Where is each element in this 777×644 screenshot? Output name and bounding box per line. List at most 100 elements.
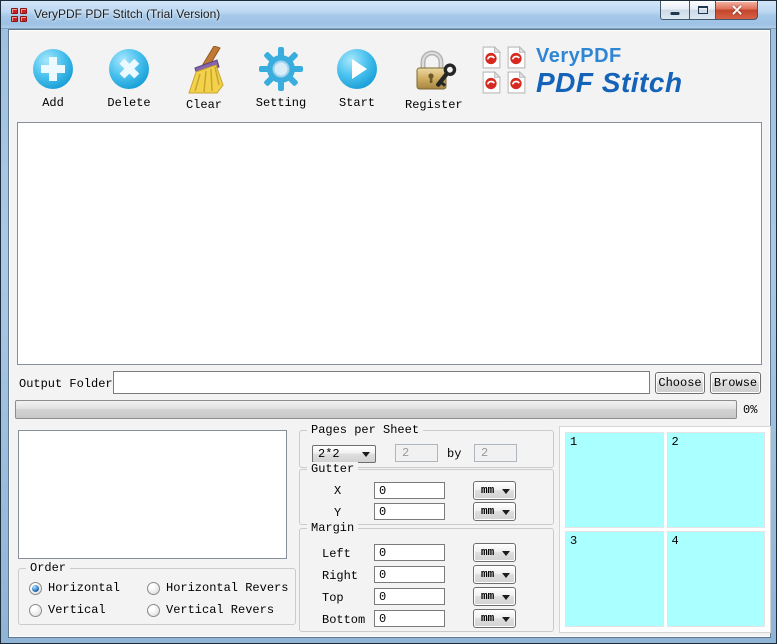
- broom-icon: [188, 46, 224, 94]
- setting-button[interactable]: Setting: [253, 46, 309, 110]
- gutter-y-label: Y: [334, 506, 342, 520]
- maximize-icon: [697, 6, 708, 14]
- delete-label: Delete: [107, 96, 151, 110]
- gear-icon: [259, 47, 303, 91]
- radio-horizontal[interactable]: Horizontal: [29, 581, 120, 595]
- radio-circle: [147, 603, 160, 617]
- start-button[interactable]: Start: [329, 46, 385, 110]
- radio-vertical-revers[interactable]: Vertical Revers: [147, 603, 274, 617]
- delete-button[interactable]: Delete: [101, 46, 157, 110]
- by-label: by: [447, 447, 462, 461]
- gutter-x-label: X: [334, 484, 342, 498]
- gutter-x-unit-dropdown[interactable]: mm: [473, 481, 516, 500]
- titlebar[interactable]: VeryPDF PDF Stitch (Trial Version): [1, 1, 776, 29]
- progress-percent: 0%: [743, 403, 758, 417]
- chevron-down-icon: [502, 488, 510, 498]
- close-button[interactable]: [716, 1, 758, 20]
- margin-right-unit-dropdown[interactable]: mm: [473, 565, 516, 584]
- minimize-button[interactable]: [660, 1, 689, 20]
- layout-preview: 1 2 3 4: [559, 426, 771, 633]
- chevron-down-icon: [502, 616, 510, 626]
- gutter-x-input[interactable]: [374, 482, 445, 499]
- register-label: Register: [405, 98, 463, 112]
- add-button[interactable]: Add: [25, 46, 81, 110]
- close-icon: [716, 1, 757, 19]
- app-window: VeryPDF PDF Stitch (Trial Version) Add D…: [0, 0, 777, 644]
- margin-bottom-input[interactable]: [374, 610, 445, 627]
- order-legend: Order: [26, 561, 71, 575]
- margin-top-unit-dropdown[interactable]: mm: [473, 587, 516, 606]
- margin-bottom-unit-value: mm: [481, 612, 495, 625]
- window-controls: [660, 1, 758, 20]
- margin-left-label: Left: [322, 547, 351, 561]
- app-logo: VeryPDF PDF Stitch: [480, 46, 683, 97]
- choose-button[interactable]: Choose: [655, 372, 705, 394]
- output-folder-input[interactable]: [113, 371, 650, 394]
- register-button[interactable]: Register: [405, 46, 463, 112]
- rows-field: [395, 444, 438, 462]
- layout-preview-cell: 1: [565, 432, 664, 528]
- browse-button[interactable]: Browse: [710, 372, 761, 394]
- margin-bottom-unit-dropdown[interactable]: mm: [473, 609, 516, 628]
- clear-button[interactable]: Clear: [176, 46, 232, 112]
- add-label: Add: [42, 96, 64, 110]
- output-folder-label: Output Folder:: [19, 377, 120, 391]
- margin-left-input[interactable]: [374, 544, 445, 561]
- chevron-down-icon: [362, 452, 370, 461]
- maximize-button[interactable]: [689, 1, 716, 20]
- minimize-icon: [670, 12, 680, 15]
- radio-circle: [29, 581, 42, 595]
- add-icon: [33, 49, 73, 89]
- margin-top-unit-value: mm: [481, 590, 495, 603]
- chevron-down-icon: [502, 550, 510, 560]
- margin-legend: Margin: [307, 521, 359, 535]
- progress-bar: [15, 400, 737, 419]
- gutter-y-unit-value: mm: [481, 505, 495, 518]
- thumbnail-preview-box[interactable]: [18, 430, 287, 559]
- margin-left-unit-value: mm: [481, 546, 495, 559]
- start-label: Start: [338, 96, 375, 110]
- layout-preview-cell: 4: [666, 531, 765, 627]
- margin-top-input[interactable]: [374, 588, 445, 605]
- layout-dropdown-value: 2*2: [318, 447, 340, 461]
- layout-preview-cell: 3: [565, 531, 664, 627]
- lock-key-icon: [416, 50, 457, 90]
- margin-left-unit-dropdown[interactable]: mm: [473, 543, 516, 562]
- radio-horizontal-revers-label: Horizontal Revers: [166, 581, 289, 595]
- chevron-down-icon: [502, 594, 510, 604]
- play-icon: [337, 49, 377, 89]
- clear-label: Clear: [185, 98, 222, 112]
- radio-circle: [29, 603, 42, 617]
- app-icon: [11, 8, 27, 22]
- chevron-down-icon: [502, 572, 510, 582]
- gutter-y-unit-dropdown[interactable]: mm: [473, 502, 516, 521]
- radio-vertical[interactable]: Vertical: [29, 603, 106, 617]
- pdf-pages-logo-icon: [480, 46, 528, 94]
- margin-right-input[interactable]: [374, 566, 445, 583]
- delete-icon: [109, 49, 149, 89]
- logo-product: PDF Stitch: [536, 67, 683, 98]
- window-title: VeryPDF PDF Stitch (Trial Version): [34, 7, 221, 21]
- setting-label: Setting: [255, 96, 307, 110]
- radio-vertical-label: Vertical: [48, 603, 106, 617]
- radio-horizontal-revers[interactable]: Horizontal Revers: [147, 581, 288, 595]
- margin-right-label: Right: [322, 569, 359, 583]
- gutter-legend: Gutter: [307, 462, 359, 476]
- file-list[interactable]: [17, 122, 762, 365]
- order-group: Order Horizontal Horizontal Revers Verti…: [18, 561, 296, 625]
- logo-brand: VeryPDF: [536, 45, 622, 67]
- gutter-group: Gutter X mm Y mm: [299, 462, 554, 525]
- margin-right-unit-value: mm: [481, 568, 495, 581]
- radio-circle: [147, 581, 160, 595]
- chevron-down-icon: [502, 509, 510, 519]
- gutter-y-input[interactable]: [374, 503, 445, 520]
- layout-preview-cell: 2: [666, 432, 765, 528]
- pages-per-sheet-legend: Pages per Sheet: [307, 423, 424, 437]
- margin-top-label: Top: [322, 591, 344, 605]
- margin-bottom-label: Bottom: [322, 613, 366, 627]
- radio-vertical-revers-label: Vertical Revers: [166, 603, 275, 617]
- radio-horizontal-label: Horizontal: [48, 581, 121, 595]
- margin-group: Margin Left mm Right mm Top mm Bottom mm: [299, 521, 554, 632]
- cols-field: [474, 444, 517, 462]
- layout-dropdown[interactable]: 2*2: [312, 445, 376, 463]
